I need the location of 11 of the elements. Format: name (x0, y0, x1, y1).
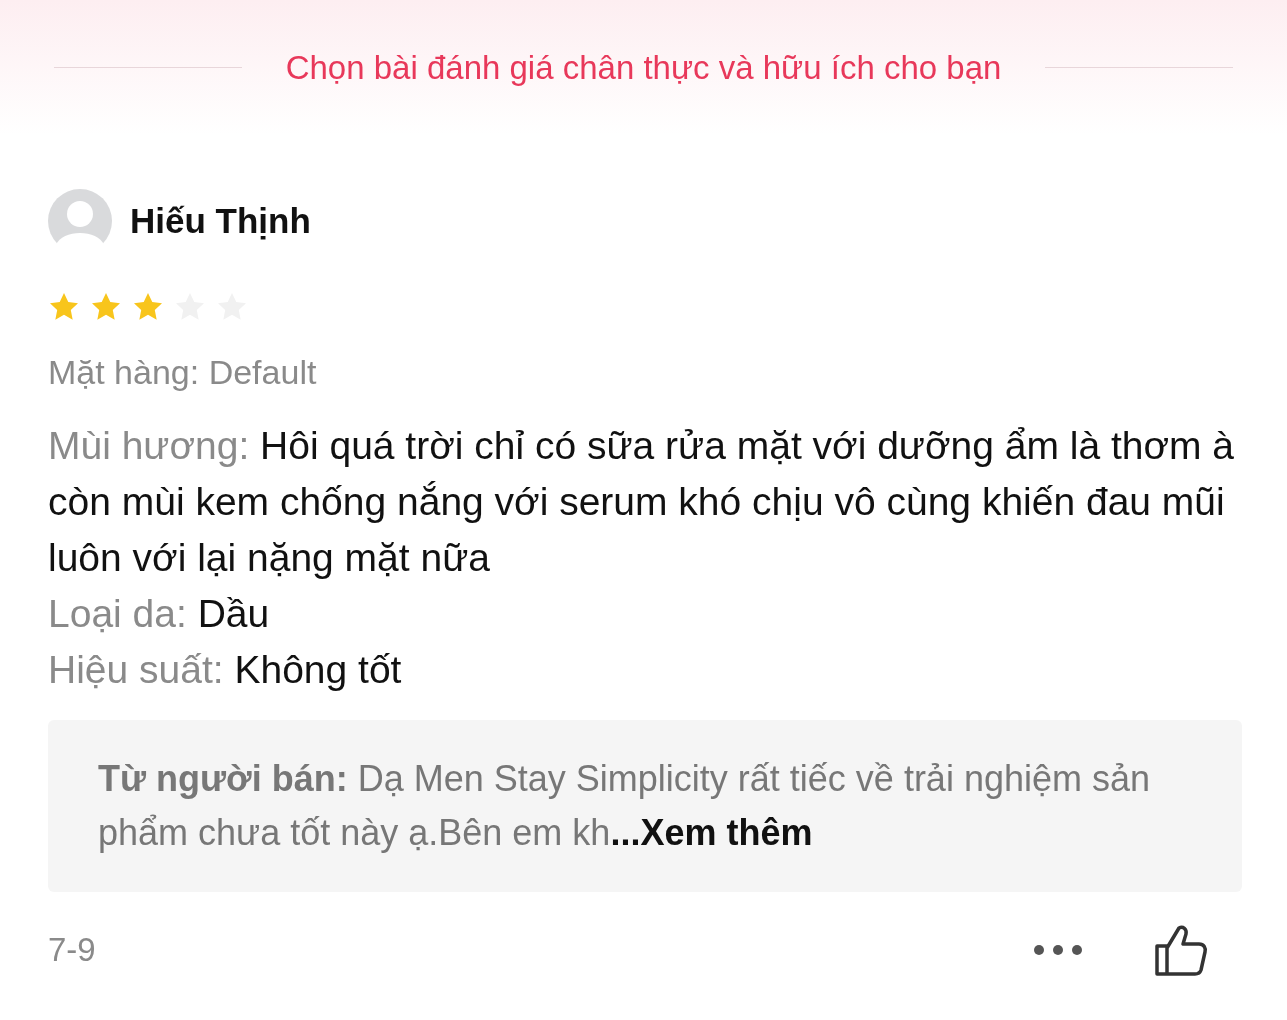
avatar-icon (48, 189, 112, 253)
review-attribute: Loại da: Dầu (48, 591, 271, 637)
header-title: Chọn bài đánh giá chân thực và hữu ích cho bạn (285, 47, 1002, 88)
review-date: 7-9 (48, 930, 97, 971)
seller-reply-text: Từ người bán: Dạ Men Stay Simplicity rất tiếc về trải nghiệm sản phẩm chưa tốt này ạ.Bên em kh...Xem thêm (98, 757, 1151, 855)
see-more-link[interactable]: ...Xem thêm (610, 812, 813, 853)
review-attribute: Mùi hương: Hôi quá trời chỉ có sữa rửa mặt với dưỡng ẩm là thơm à còn mùi kem chống nắng với serum khó chịu vô cùng khiến đau mũi luôn với lại nặng mặt nữa (48, 423, 1236, 581)
reviewer-name: Hiếu Thịnh (130, 199, 311, 242)
variant-text: Mặt hàng: Default (48, 352, 318, 393)
more-icon[interactable] (1033, 944, 1083, 956)
review-attribute: Hiệu suất: Không tốt (48, 647, 403, 693)
